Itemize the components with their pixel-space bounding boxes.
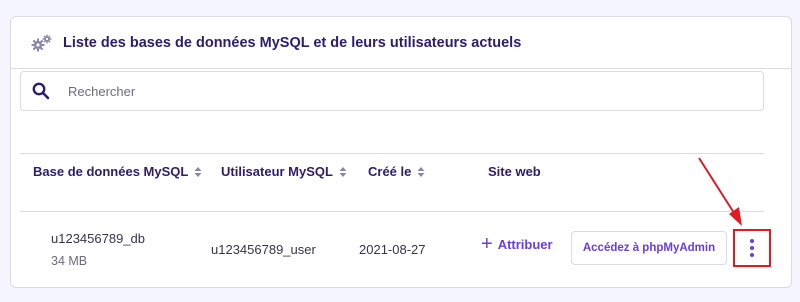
assign-website-link[interactable]: + Attribuer — [481, 233, 553, 255]
column-header-created[interactable]: Créé le — [368, 164, 425, 179]
database-user: u123456789_user — [211, 242, 316, 257]
sort-icon — [339, 166, 347, 177]
sort-icon — [417, 166, 425, 177]
phpmyadmin-button[interactable]: Accédez à phpMyAdmin — [571, 231, 727, 265]
column-header-website: Site web — [488, 164, 541, 179]
kebab-dot — [750, 253, 754, 257]
more-options-button[interactable] — [733, 229, 771, 267]
database-size: 34 MB — [51, 254, 88, 268]
plus-icon: + — [481, 233, 493, 255]
kebab-dot — [750, 239, 754, 243]
created-date: 2021-08-27 — [359, 242, 426, 257]
search-input[interactable] — [66, 82, 720, 100]
database-name: u123456789_db — [51, 231, 145, 246]
gear-icon — [31, 32, 53, 54]
card-header: Liste des bases de données MySQL et de l… — [11, 17, 791, 69]
search-field[interactable] — [20, 71, 764, 111]
divider — [20, 153, 764, 154]
kebab-dot — [750, 246, 754, 250]
divider — [20, 211, 764, 212]
card-title: Liste des bases de données MySQL et de l… — [63, 34, 522, 51]
column-header-user[interactable]: Utilisateur MySQL — [221, 164, 347, 179]
search-icon — [32, 82, 50, 100]
sort-icon — [194, 166, 202, 177]
column-header-database[interactable]: Base de données MySQL — [33, 164, 202, 179]
